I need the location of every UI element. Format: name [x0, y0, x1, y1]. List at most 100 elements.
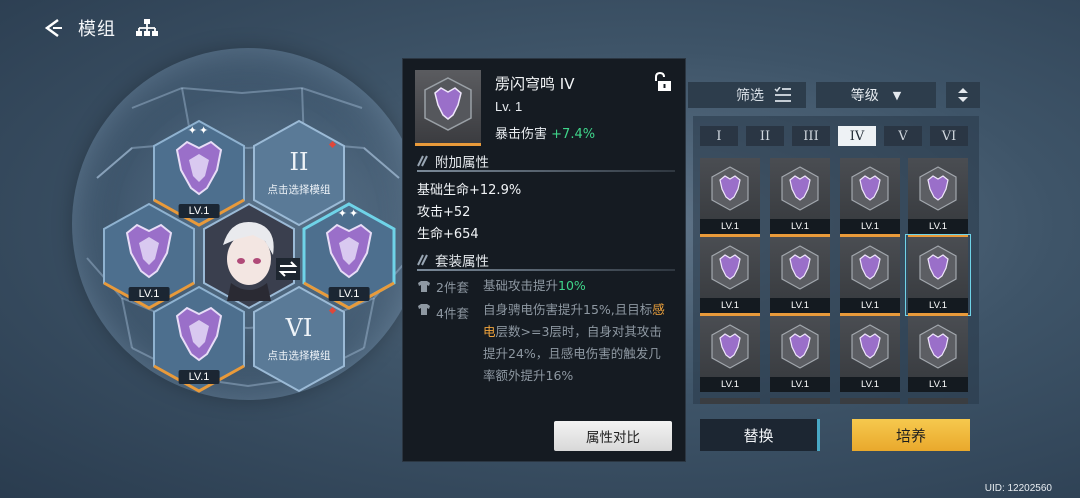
shirt-icon [418, 304, 430, 315]
main-stat-label: 暴击伤害 [495, 127, 548, 142]
slot-number: VI [285, 314, 313, 342]
module-emblem-icon [711, 245, 749, 290]
tab-slot-iii[interactable]: III [792, 126, 830, 146]
module-card[interactable]: LV.1 [840, 158, 900, 237]
set-2-desc: 基础攻击提升10% [483, 278, 586, 293]
select-module-hint: 点击选择模组 [267, 184, 331, 196]
shirt-icon [418, 280, 430, 292]
back-button[interactable] [40, 14, 68, 42]
module-detail-panel: 雳闪穹鸣 IV Lv. 1 暴击伤害 +7.4% 附加属性 基础生命+12.9%… [402, 58, 686, 462]
hierarchy-button[interactable] [134, 15, 160, 41]
set-4-tag: 4件套 [417, 299, 483, 387]
module-card[interactable]: LV.1 [840, 316, 900, 392]
partial-cell [700, 398, 760, 404]
partial-cell [908, 398, 968, 404]
main-stat-value: +7.4% [551, 127, 596, 142]
sort-select[interactable]: 等级 ▼ [816, 82, 936, 108]
tab-slot-ii[interactable]: II [746, 126, 784, 146]
module-thumbnail [415, 70, 481, 146]
extra-attr-1: 基础生命+12.9% [417, 183, 522, 198]
set-2-tag: 2件套 [417, 275, 483, 297]
replace-button[interactable]: 替换 [700, 419, 820, 451]
section-mark-icon [417, 254, 428, 266]
module-emblem-icon [919, 245, 957, 290]
set-4-desc: 自身骋电伤害提升15%,且目标感电层数>=3层时，自身对其攻击提升24%，且感电… [483, 302, 665, 383]
module-card[interactable]: LV.1 [770, 158, 830, 237]
partial-cell [840, 398, 900, 404]
sort-updown-icon [958, 88, 968, 102]
swap-arrows-icon[interactable] [276, 258, 300, 280]
module-card-level: LV.1 [840, 219, 900, 234]
module-name: 雳闪穹鸣 IV [495, 75, 575, 93]
set-attr-header: 套装属性 [417, 250, 489, 270]
module-card-level: LV.1 [908, 219, 968, 234]
top-bar: 模组 [40, 14, 160, 42]
filter-button[interactable]: 筛选 [688, 82, 806, 108]
set-4-bonus: 4件套 自身骋电伤害提升15%,且目标感电层数>=3层时，自身对其攻击提升24%… [417, 299, 673, 387]
module-emblem-icon [919, 324, 957, 369]
extra-attr-header: 附加属性 [417, 151, 489, 171]
module-card[interactable]: LV.1 [700, 316, 760, 392]
tab-slot-vi[interactable]: VI [930, 126, 968, 146]
user-id: UID: 12202560 [984, 483, 1052, 494]
hierarchy-icon [136, 19, 158, 36]
module-card-level: LV.1 [908, 298, 968, 313]
module-card-level: LV.1 [770, 298, 830, 313]
module-slot-5[interactable]: LV.1 [151, 284, 247, 394]
rarity-stars: ✦✦ [187, 124, 211, 137]
module-card-level: LV.1 [770, 377, 830, 392]
filter-list-icon [774, 87, 791, 102]
extra-attr-2: 攻击+52 [417, 205, 471, 220]
filter-label: 筛选 [736, 88, 764, 104]
partial-cell [770, 398, 830, 404]
module-card[interactable]: LV.1 [840, 237, 900, 316]
module-emblem-icon [851, 166, 889, 211]
slot-tabs: I II III IV V VI [700, 126, 976, 146]
select-module-hint: 点击选择模组 [267, 350, 331, 362]
module-card-level: LV.1 [908, 377, 968, 392]
module-card-level: LV.1 [700, 377, 760, 392]
module-card[interactable]: LV.1 [770, 316, 830, 392]
divider [417, 269, 675, 271]
module-card-level: LV.1 [700, 219, 760, 234]
module-card-level: LV.1 [700, 298, 760, 313]
set-attr-title: 套装属性 [435, 254, 489, 270]
train-button[interactable]: 培养 [852, 419, 970, 451]
tab-slot-iv[interactable]: IV [838, 126, 876, 146]
chevron-down-icon: ▼ [892, 88, 902, 102]
module-card-level: LV.1 [840, 298, 900, 313]
module-card[interactable]: LV.1 [700, 237, 760, 316]
divider [417, 170, 675, 172]
back-arrow-icon [44, 18, 62, 38]
main-stat: 暴击伤害 +7.4% [495, 123, 595, 142]
section-mark-icon [417, 155, 428, 167]
extra-attr-title: 附加属性 [435, 155, 489, 171]
module-card-level: LV.1 [840, 377, 900, 392]
module-level: Lv. 1 [495, 99, 523, 114]
module-card-level: LV.1 [770, 219, 830, 234]
tab-slot-v[interactable]: V [884, 126, 922, 146]
module-emblem-icon [424, 77, 472, 131]
module-emblem-icon [781, 166, 819, 211]
module-emblem-icon [851, 324, 889, 369]
module-card[interactable]: LV.1 [908, 316, 968, 392]
module-card[interactable]: LV.1 [908, 158, 968, 237]
sort-order-button[interactable] [946, 82, 980, 108]
module-card[interactable]: LV.1 [770, 237, 830, 316]
module-emblem-icon [781, 324, 819, 369]
rarity-stars: ✦✦ [337, 207, 361, 220]
module-card[interactable]: LV.1 [905, 234, 971, 316]
unlock-icon[interactable] [651, 71, 673, 93]
set-2-bonus: 2件套 基础攻击提升10% [417, 275, 673, 297]
sort-select-value: 等级 [850, 88, 879, 104]
extra-attr-3: 生命+654 [417, 227, 479, 242]
module-card[interactable]: LV.1 [700, 158, 760, 237]
module-emblem-icon [711, 166, 749, 211]
module-emblem-icon [711, 324, 749, 369]
slot-level: LV.1 [178, 370, 220, 384]
module-slot-6-empty[interactable]: VI 点击选择模组 [251, 284, 347, 394]
module-emblem-icon [781, 245, 819, 290]
tab-slot-i[interactable]: I [700, 126, 738, 146]
slot-number: II [289, 148, 309, 176]
compare-attributes-button[interactable]: 属性对比 [554, 421, 672, 451]
